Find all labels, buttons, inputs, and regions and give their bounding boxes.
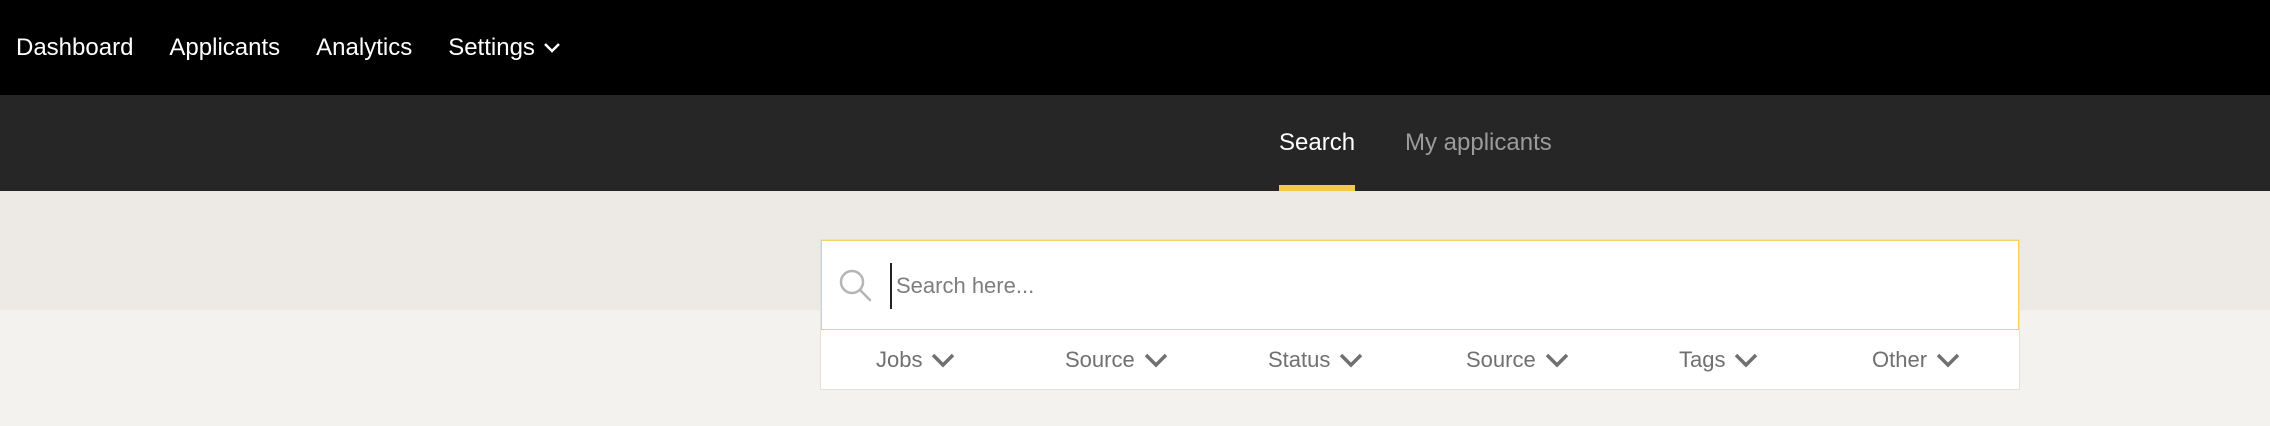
tab-my-applicants[interactable]: My applicants xyxy=(1405,95,1552,191)
nav-item-label: Analytics xyxy=(316,33,413,61)
filter-label: Jobs xyxy=(876,347,923,372)
search-input[interactable] xyxy=(890,263,1998,309)
filter-other[interactable]: Other xyxy=(1872,330,1961,390)
filter-label: Other xyxy=(1872,347,1928,372)
sub-navbar: Search My applicants xyxy=(0,95,2270,191)
nav-item-applicants[interactable]: Applicants xyxy=(169,34,280,62)
nav-item-label: Applicants xyxy=(169,33,281,61)
tab-label: My applicants xyxy=(1405,129,1552,156)
search-icon xyxy=(836,266,876,306)
filter-label: Tags xyxy=(1679,347,1726,372)
filter-tags[interactable]: Tags xyxy=(1679,330,1759,390)
filter-label: Source xyxy=(1466,347,1536,372)
chevron-down-icon xyxy=(930,352,956,368)
chevron-down-icon xyxy=(1544,352,1570,368)
nav-item-label: Dashboard xyxy=(16,33,134,61)
chevron-down-icon xyxy=(1935,352,1961,368)
chevron-down-icon xyxy=(543,42,561,54)
chevron-down-icon xyxy=(1733,352,1759,368)
filter-status[interactable]: Status xyxy=(1268,330,1364,390)
filter-label: Status xyxy=(1268,347,1331,372)
filter-source[interactable]: Source xyxy=(1065,330,1169,390)
nav-item-settings[interactable]: Settings xyxy=(448,34,561,62)
filter-bar: Jobs Source Status Source Tags Other xyxy=(821,330,2019,390)
filter-source-2[interactable]: Source xyxy=(1466,330,1570,390)
tab-search[interactable]: Search xyxy=(1279,95,1356,191)
top-navbar: Dashboard Applicants Analytics Settings xyxy=(0,0,2270,95)
main-nav: Dashboard Applicants Analytics Settings xyxy=(16,0,597,95)
nav-item-analytics[interactable]: Analytics xyxy=(316,34,412,62)
nav-item-dashboard[interactable]: Dashboard xyxy=(16,34,133,62)
tab-label: Search xyxy=(1279,129,1356,156)
chevron-down-icon xyxy=(1143,352,1169,368)
filter-label: Source xyxy=(1065,347,1135,372)
filter-jobs[interactable]: Jobs xyxy=(876,330,956,390)
chevron-down-icon xyxy=(1338,352,1364,368)
search-panel: Jobs Source Status Source Tags xyxy=(820,239,2020,390)
nav-item-label: Settings xyxy=(448,33,535,61)
search-bar xyxy=(821,240,2019,330)
